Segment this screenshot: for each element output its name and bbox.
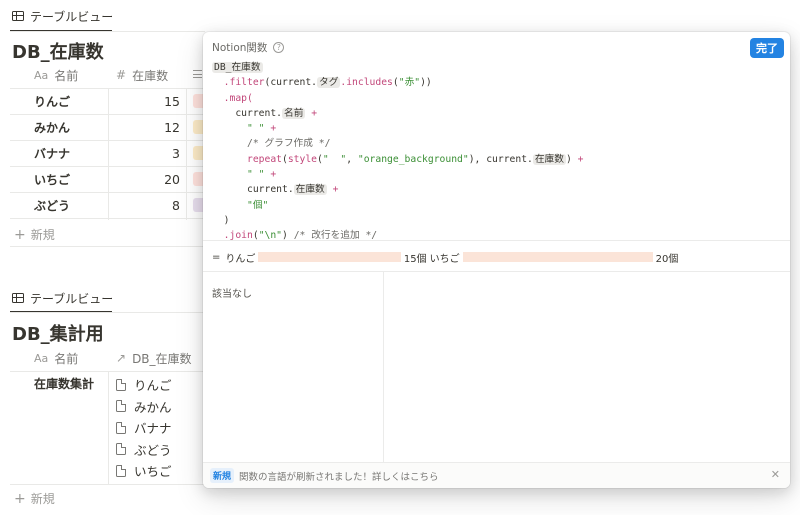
notice-text[interactable]: 関数の言語が刷新されました！詳しくはこちら	[239, 469, 439, 483]
db1-title[interactable]: DB_在庫数	[12, 38, 104, 64]
db2-tab-label: テーブルビュー	[30, 291, 114, 306]
code-token: .filter	[223, 77, 265, 89]
row-count[interactable]: 20	[110, 167, 180, 192]
new-badge: 新規	[210, 468, 235, 483]
relation-label: みかん	[134, 399, 172, 415]
row-name[interactable]: みかん	[34, 115, 70, 140]
divider	[10, 312, 205, 313]
code-token: "個"	[247, 199, 269, 211]
db1-col-name[interactable]: Aa 名前	[34, 65, 78, 85]
page-icon	[116, 400, 126, 412]
row-count[interactable]: 15	[110, 89, 180, 114]
db2-new-row-button[interactable]: + 新規	[14, 490, 55, 507]
help-icon[interactable]: ?	[273, 42, 285, 53]
db2-col-relation[interactable]: ↗ DB_在庫数	[116, 348, 192, 368]
table-icon	[12, 11, 24, 21]
formula-result-preview: = りんご 15個 いちご 20個	[212, 251, 679, 265]
text-property-icon: Aa	[34, 68, 49, 82]
popup-title: Notion関数	[212, 42, 268, 54]
code-token: "orange_background"	[357, 153, 469, 165]
divider	[10, 246, 205, 247]
row-count[interactable]: 3	[110, 141, 180, 166]
column-divider	[108, 88, 109, 220]
db1-view-tab[interactable]: テーブルビュー	[12, 6, 113, 26]
number-property-icon: #	[116, 68, 127, 82]
text-property-icon: Aa	[34, 351, 49, 365]
db2-col-name[interactable]: Aa 名前	[34, 348, 78, 368]
row-count[interactable]: 8	[110, 193, 180, 218]
code-token: repeat	[247, 153, 282, 165]
result-bar	[462, 252, 653, 262]
code-token: 在庫数	[293, 184, 327, 196]
relation-item[interactable]: バナナ	[116, 417, 172, 438]
plus-icon: +	[14, 226, 26, 243]
code-token: " "	[247, 169, 265, 181]
divider	[10, 484, 205, 485]
relation-item[interactable]: みかん	[116, 396, 172, 417]
db2-view-tab[interactable]: テーブルビュー	[12, 288, 113, 308]
result-count: 20個	[655, 253, 679, 265]
row-name[interactable]: ぶどう	[34, 193, 70, 218]
result-bar	[258, 252, 401, 262]
done-button[interactable]: 完了	[750, 38, 784, 58]
db1-col-count[interactable]: # 在庫数	[116, 65, 168, 85]
code-token: current.	[486, 153, 533, 165]
no-match-text: 該当なし	[212, 289, 252, 300]
notice-bar[interactable]: 新規 関数の言語が刷新されました！詳しくはこちら ✕	[203, 462, 790, 488]
code-token: current.	[235, 107, 283, 119]
code-token: " "	[247, 123, 265, 135]
relation-label: いちご	[134, 464, 172, 479]
popup-header: Notion関数 ?	[212, 40, 285, 55]
column-divider	[186, 88, 187, 220]
divider	[10, 218, 205, 219]
db1-tab-label: テーブルビュー	[30, 9, 114, 24]
column-divider	[108, 371, 109, 484]
code-token: .map(	[223, 92, 253, 104]
code-token: current.	[247, 184, 294, 196]
divider	[203, 240, 790, 241]
relation-label: バナナ	[134, 421, 172, 436]
result-equals: =	[212, 251, 221, 263]
code-token: /* グラフ作成 */	[247, 138, 331, 150]
page-icon	[116, 443, 126, 455]
row-name[interactable]: りんご	[34, 89, 70, 114]
table-icon	[12, 293, 24, 303]
formula-code-editor[interactable]: DB_在庫数 .filter(current. タグ .includes("赤"))…	[212, 60, 583, 244]
relation-item[interactable]: ぶどう	[116, 439, 172, 460]
code-token: "赤"	[398, 77, 421, 89]
result-name: りんご	[225, 253, 256, 265]
code-token: DB_在庫数	[212, 62, 263, 73]
relation-label: りんご	[134, 378, 172, 393]
row-name[interactable]: バナナ	[34, 141, 70, 166]
code-token: タグ	[317, 77, 341, 89]
page-icon	[116, 421, 126, 434]
code-token: current.	[270, 77, 318, 89]
close-icon[interactable]: ✕	[771, 468, 780, 481]
row-count[interactable]: 12	[110, 115, 180, 140]
result-name: いちご	[429, 253, 460, 265]
relation-arrow-icon: ↗	[116, 351, 127, 365]
page-icon	[116, 378, 126, 391]
result-count: 15個	[403, 253, 427, 265]
panel-divider	[383, 272, 384, 462]
db2-title[interactable]: DB_集計用	[12, 320, 104, 346]
divider	[203, 271, 790, 272]
relation-item[interactable]: いちご	[116, 460, 172, 481]
code-token: .includes	[340, 77, 393, 89]
db1-new-row-button[interactable]: + 新規	[14, 226, 55, 243]
formula-editor-popup: Notion関数 ? 完了 DB_在庫数 .filter(current. タグ.…	[203, 32, 790, 488]
code-token: style	[287, 153, 318, 165]
plus-icon: +	[14, 490, 26, 507]
code-token: " "	[322, 153, 347, 165]
row-name[interactable]: いちご	[34, 167, 70, 192]
relation-item[interactable]: りんご	[116, 374, 172, 395]
code-token: 名前	[282, 107, 306, 119]
page-icon	[116, 464, 126, 477]
list-property-icon	[193, 69, 202, 79]
relation-label: ぶどう	[134, 442, 172, 458]
divider	[10, 31, 205, 32]
db2-row-name[interactable]: 在庫数集計	[34, 371, 94, 396]
code-token: 在庫数	[532, 153, 566, 165]
